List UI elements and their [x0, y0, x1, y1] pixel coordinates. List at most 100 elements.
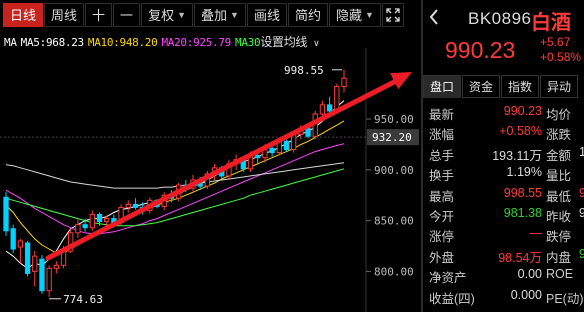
ma-line-ma30: [5, 168, 345, 227]
toolbar-button-label: 日线: [10, 8, 37, 23]
quote-row: 涨幅 +0.58% 涨跌: [423, 122, 584, 142]
candle-body: [17, 240, 24, 248]
tab-0[interactable]: 盘口: [423, 75, 461, 98]
quote-label-secondary: 昨收: [546, 209, 572, 224]
caret-down-icon: ▼: [230, 9, 239, 20]
quote-label: 外盘: [429, 250, 455, 265]
stock-change-pct: +0.58%: [540, 50, 582, 64]
quote-label: 最高: [429, 189, 455, 204]
quote-value: 98.54万: [498, 250, 542, 265]
toolbar-button-0[interactable]: 日线: [3, 2, 44, 27]
quote-label: 今开: [429, 209, 455, 224]
quote-row: 最新 990.23 均价: [423, 102, 584, 122]
candle-body: [46, 267, 52, 292]
quote-value-secondary: 9: [579, 205, 584, 220]
stock-change: +5.67 +0.58%: [540, 35, 581, 65]
stock-price: 990.23: [445, 37, 516, 63]
toolbar-button-5[interactable]: 叠加 ▼: [194, 2, 246, 27]
quote-value-secondary: 10: [579, 144, 584, 159]
toolbar-button-label: 叠加: [201, 8, 228, 23]
quote-label-secondary: 金额: [546, 148, 572, 163]
quote-label: 换手: [429, 169, 455, 184]
expand-icon[interactable]: [381, 2, 404, 27]
candle-body: [319, 104, 326, 115]
trend-arrow-shaft: [45, 77, 401, 261]
toolbar-button-label: 简约: [294, 8, 321, 23]
quote-value-secondary: 9: [579, 185, 584, 200]
quote-label-secondary: 最低: [546, 189, 572, 204]
toolbar-button-6[interactable]: 画线: [246, 2, 287, 27]
quote-row: 收益(四) 0.000 PE(动): [423, 286, 584, 306]
chevron-left-icon[interactable]: [429, 8, 439, 26]
toolbar-button-8[interactable]: 隐藏 ▼: [328, 2, 381, 27]
quote-panel: BK0896 白酒 990.23 +5.67 +0.58% 盘口 资金 指数 异动 最…: [423, 0, 584, 312]
quote-label: 总手: [429, 148, 455, 163]
toolbar-button-label: 十: [92, 8, 106, 23]
quote-row: 总手 193.11万金额 10: [423, 143, 584, 163]
stock-change-value: +5.67: [540, 35, 571, 49]
ma-line-ma20: [5, 143, 345, 235]
quote-label-secondary: 跌停: [546, 230, 572, 245]
quote-row: 最高 998.55 最低 9: [423, 184, 584, 204]
quote-value: +0.58%: [499, 124, 542, 139]
candle-body: [39, 258, 45, 292]
candle-body: [255, 155, 261, 159]
toolbar-button-label: 一: [120, 8, 134, 23]
toolbar-button-label: 隐藏: [335, 8, 362, 23]
quote-label-secondary: 内盘: [546, 250, 572, 265]
stock-header: BK0896 白酒 990.23 +5.67 +0.58%: [423, 0, 584, 72]
stock-app-window: { "toolbar": { "items": [ {"label": "日线"…: [0, 0, 584, 312]
ma-settings-label: 设置均线: [260, 35, 308, 49]
quote-row: 今开 981.38 昨收 9: [423, 204, 584, 224]
quote-label: 收益(四): [429, 291, 475, 306]
y-tick-label: 900.00: [374, 164, 414, 177]
tab-2[interactable]: 指数: [501, 75, 539, 98]
quote-label: 净资产: [429, 271, 467, 286]
candle-body: [132, 203, 139, 208]
toolbar-button-3[interactable]: 一: [113, 2, 141, 27]
toolbar-button-7[interactable]: 简约: [287, 2, 328, 27]
quote-value: 990.23: [503, 104, 542, 118]
candle-body: [305, 127, 311, 137]
quote-value: —: [529, 226, 543, 241]
toolbar-button-4[interactable]: 复权 ▼: [141, 2, 193, 27]
caret-down-icon: ▼: [364, 9, 374, 20]
candle-body: [283, 140, 290, 151]
candlestick-chart[interactable]: 950.00 900.00 850.00 800.00 932.20 998.55 774.…: [0, 48, 421, 312]
high-annotation: 998.55: [284, 64, 324, 77]
candle-body: [269, 148, 275, 154]
toolbar-button-1[interactable]: 周线: [44, 2, 85, 27]
quote-value: 193.11万: [492, 148, 542, 163]
quote-tabs: 盘口 资金 指数 异动: [423, 75, 584, 98]
tab-3[interactable]: 异动: [540, 75, 578, 98]
stock-code: BK0896: [468, 9, 532, 28]
current-price-label: 932.20: [372, 131, 412, 144]
quote-value: 1.19%: [506, 165, 542, 180]
candle-body: [89, 214, 95, 229]
y-tick-label: 850.00: [374, 215, 414, 228]
ma-settings-button[interactable]: 设置均线 ∨: [260, 35, 323, 49]
candle-body: [104, 218, 110, 223]
quote-value: 0.000: [510, 287, 542, 302]
toolbar-button-label: 画线: [253, 8, 280, 23]
candle-body: [326, 104, 333, 112]
candle-body: [96, 214, 103, 223]
quote-label-secondary: 涨跌: [546, 128, 572, 143]
tab-1[interactable]: 资金: [462, 75, 500, 98]
candle-body: [10, 228, 16, 250]
candle-body: [334, 86, 340, 112]
low-annotation: 774.63: [63, 293, 103, 306]
stock-name: 白酒: [531, 12, 571, 34]
toolbar-button-2[interactable]: 十: [85, 2, 113, 27]
candle-body: [82, 224, 88, 229]
quote-value: 981.38: [503, 205, 542, 220]
candle-body: [125, 203, 131, 208]
quote-row: 净资产 0.00 ROE: [423, 265, 584, 285]
quote-row: 换手 1.19% 量比: [423, 163, 584, 183]
quote-label-secondary: PE(动): [546, 291, 584, 306]
quote-label-secondary: ROE: [546, 267, 574, 282]
chevron-down-icon: ∨: [313, 38, 320, 48]
quote-row: 涨停 — 跌停: [423, 224, 584, 244]
ma-line-ma60: [5, 162, 345, 189]
quote-label: 最新: [429, 108, 455, 122]
